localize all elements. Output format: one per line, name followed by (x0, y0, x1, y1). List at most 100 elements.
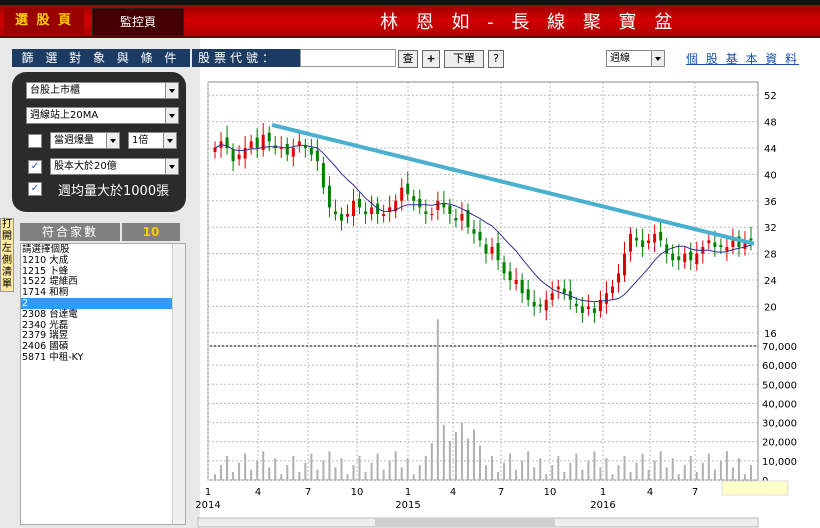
candle-body (671, 253, 675, 261)
volume-bar (689, 455, 692, 480)
period-select-value: 週線 (610, 53, 630, 64)
capital-select[interactable]: 股本大於20億 (50, 158, 179, 175)
volume-tick-label: 20,000 (762, 438, 797, 449)
volume-bar (376, 453, 379, 480)
volume-bar (292, 455, 295, 480)
capital-checkbox[interactable]: ✓ (28, 160, 42, 174)
crosshair-value-box (721, 480, 789, 496)
volume-bar (430, 443, 433, 480)
add-button[interactable]: + (422, 50, 440, 68)
basic-info-link[interactable]: 個 股 基 本 資 料 (686, 50, 799, 67)
list-placeholder[interactable]: 請選擇個股 (21, 244, 185, 255)
market-select[interactable]: 台股上市櫃 (26, 82, 179, 99)
volume-bar (382, 469, 385, 480)
candle-body (358, 198, 362, 208)
volume-checkbox[interactable] (28, 134, 42, 148)
price-tick-label: 40 (764, 170, 777, 181)
volume-bar (707, 453, 710, 480)
multiplier-select[interactable]: 1倍 (128, 132, 177, 149)
volume-bar (214, 474, 217, 480)
x-tick-label: 4 (450, 487, 456, 498)
candle-body (346, 214, 349, 217)
candle-body (352, 200, 356, 216)
candle-body (514, 280, 518, 284)
stock-code-input[interactable] (300, 49, 396, 67)
page-title: 林 恩 如 - 長 線 聚 寶 盆 (380, 12, 679, 33)
volume-select[interactable]: 當週爆量 (50, 132, 120, 149)
volume-bar (400, 467, 403, 480)
ma-condition-select[interactable]: 週線站上20MA (26, 107, 179, 124)
volume-bar (370, 462, 373, 480)
volume-bar (581, 469, 584, 480)
candle-body (237, 154, 241, 160)
candle-body (249, 141, 253, 148)
tab-stock-selection[interactable]: 選 股 頁 (4, 8, 84, 34)
candle-body (623, 253, 627, 276)
list-item[interactable]: 5871 中租-KY (21, 352, 185, 363)
order-button[interactable]: 下單 (444, 50, 484, 68)
x-tick-label: 7 (305, 487, 311, 498)
avg-volume-checkbox[interactable]: ✓ (28, 182, 42, 196)
volume-bar (286, 465, 289, 480)
volume-bar (515, 469, 518, 480)
list-item[interactable]: 1215 卜蜂 (21, 266, 185, 277)
top-border (0, 0, 820, 5)
volume-bar (442, 424, 445, 480)
x-tick-label: 4 (255, 487, 261, 498)
x-tick-label: 7 (692, 487, 698, 498)
open-side-list-tab[interactable]: 打開左側清單 (0, 218, 14, 292)
volume-bar (527, 451, 530, 480)
volume-bar (256, 460, 259, 480)
volume-bar (719, 460, 722, 480)
plot-area (207, 81, 759, 481)
volume-bar (334, 467, 337, 480)
volume-bar (635, 462, 638, 480)
list-scrollbar[interactable] (172, 244, 185, 524)
list-item[interactable]: 1522 堤維西 (21, 276, 185, 287)
volume-bar (605, 458, 608, 480)
filter-header: 篩 選 對 象 與 條 件 (12, 49, 190, 67)
help-button[interactable]: ? (488, 50, 504, 68)
candle-body (327, 185, 331, 208)
volume-bar (352, 465, 355, 480)
volume-bar (509, 453, 512, 480)
volume-bar (557, 455, 560, 480)
candle-body (592, 308, 596, 313)
volume-bar (418, 465, 421, 480)
candle-body (635, 237, 639, 241)
list-item[interactable]: 2379 瑞昱 (21, 330, 185, 341)
volume-bar (737, 458, 740, 480)
candle-body (231, 149, 235, 162)
candle-body (490, 247, 494, 254)
volume-bar (346, 474, 349, 480)
volume-bar (683, 465, 686, 480)
stock-chart[interactable]: 5248444036322824201670,00060,00050,00040… (190, 70, 820, 528)
avg-volume-label: 週均量大於1000張 (58, 184, 170, 199)
volume-bar (298, 471, 301, 480)
volume-bar (250, 469, 253, 480)
list-item[interactable]: 2 (21, 297, 185, 309)
candle-body (382, 214, 386, 216)
query-button[interactable]: 查 (398, 50, 418, 68)
price-tick-label: 32 (764, 223, 777, 234)
volume-bar (232, 471, 235, 480)
stock-list[interactable]: 請選擇個股 1210 大成 1215 卜蜂 1522 堤維西 1714 和桐 2 2308 … (20, 243, 186, 525)
candle-body (436, 200, 440, 211)
volume-bar (322, 460, 325, 480)
list-item[interactable]: 1714 和桐 (21, 287, 185, 298)
candle-body (291, 148, 295, 157)
price-tick-label: 24 (764, 276, 777, 287)
list-item[interactable]: 1210 大成 (21, 255, 185, 266)
candle-body (610, 286, 614, 294)
period-select[interactable]: 週線 (606, 50, 665, 67)
x-tick-label: 7 (498, 487, 504, 498)
list-item[interactable]: 2406 國碩 (21, 341, 185, 352)
chevron-down-icon (165, 108, 178, 123)
match-count-value: 10 (122, 223, 180, 241)
list-item[interactable]: 2340 光磊 (21, 320, 185, 331)
tab-monitor[interactable]: 監控頁 (92, 8, 184, 36)
candle-body (532, 301, 536, 307)
volume-bar (412, 474, 415, 480)
list-item[interactable]: 2308 台達電 (21, 309, 185, 320)
volume-bar (394, 451, 397, 480)
